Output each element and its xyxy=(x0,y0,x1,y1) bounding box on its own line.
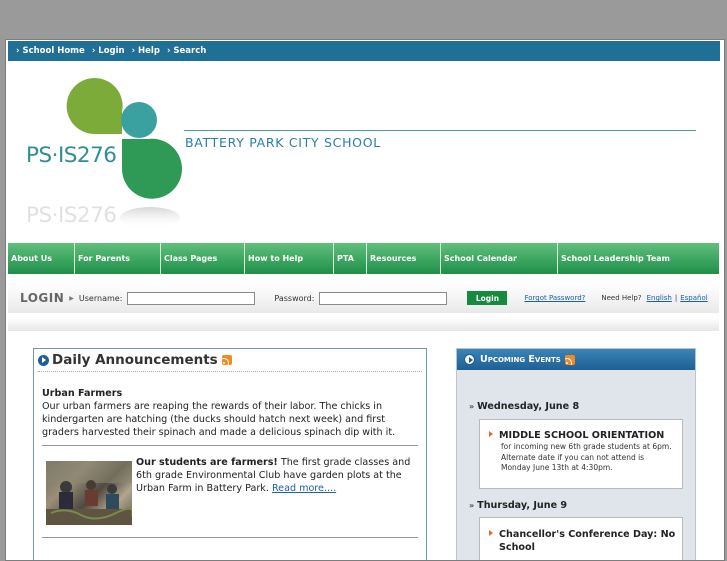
espanol-link[interactable]: Español xyxy=(680,294,707,302)
main-nav: About Us For Parents Class Pages How to … xyxy=(8,243,719,274)
site-header: PS·IS276 PS·IS276 BATTERY PARK CITY SCHO… xyxy=(6,62,724,242)
login-button[interactable]: Login xyxy=(467,291,508,305)
rss-icon[interactable] xyxy=(221,355,232,365)
announcement-body: Our urban farmers are reaping the reward… xyxy=(42,401,396,438)
play-circle-icon xyxy=(464,354,475,365)
announcements-header: Daily Announcements xyxy=(38,349,422,372)
upcoming-events-panel: Upcoming Events » Wednesday, June 8 MIDDL… xyxy=(456,348,696,560)
urban-farm-photo[interactable] xyxy=(46,461,132,525)
page: › School Home › Login › Help › Search PS… xyxy=(5,39,725,561)
nav-about-us[interactable]: About Us xyxy=(8,243,75,274)
login-bar: LOGIN ▶ Username: Password: Login Forgot… xyxy=(8,283,719,313)
nav-resources[interactable]: Resources xyxy=(367,243,441,274)
forgot-password-link[interactable]: Forgot Password? xyxy=(524,294,585,302)
english-link[interactable]: English xyxy=(647,294,672,302)
utility-link-help[interactable]: › Help xyxy=(132,46,160,56)
arrow-right-icon: ▶ xyxy=(69,294,74,302)
nav-how-to-help[interactable]: How to Help xyxy=(245,243,334,274)
event-date: Wednesday, June 8 xyxy=(477,401,580,412)
events-header: Upcoming Events xyxy=(457,349,695,370)
event-name-text: MIDDLE SCHOOL ORIENTATION xyxy=(499,430,665,441)
announcement-title: Urban Farmers xyxy=(42,388,123,399)
event-card[interactable]: Chancellor's Conference Day: No School xyxy=(479,517,683,560)
triangle-right-icon xyxy=(489,431,493,437)
need-help-label: Need Help? xyxy=(601,294,642,302)
rss-icon[interactable] xyxy=(564,354,575,365)
utility-nav: › School Home › Login › Help › Search xyxy=(8,41,720,61)
login-title: LOGIN xyxy=(20,291,65,305)
announcement-item: Our students are farmers! The first grad… xyxy=(136,456,421,495)
school-logo[interactable]: PS·IS276 PS·IS276 xyxy=(18,72,188,232)
divider xyxy=(42,537,418,538)
announcements-title: Daily Announcements xyxy=(52,352,218,368)
event-name-text: Chancellor's Conference Day: No School xyxy=(499,529,676,553)
language-separator: | xyxy=(674,294,678,302)
event-name: Chancellor's Conference Day: No School xyxy=(480,528,682,554)
divider xyxy=(42,445,418,446)
triangle-right-icon xyxy=(489,530,493,536)
utility-link-search[interactable]: › Search xyxy=(167,46,206,56)
nav-school-leadership-team[interactable]: School Leadership Team xyxy=(558,243,719,274)
event-day: » Thursday, June 9 xyxy=(469,500,567,511)
event-name: MIDDLE SCHOOL ORIENTATION xyxy=(480,430,682,441)
utility-link-school-home[interactable]: › School Home xyxy=(16,46,85,56)
logo-wordmark: PS·IS276 xyxy=(26,143,116,168)
events-title: Upcoming Events xyxy=(480,354,561,365)
double-chevron-icon: » xyxy=(469,402,475,411)
play-circle-icon xyxy=(38,354,49,366)
nav-school-calendar[interactable]: School Calendar xyxy=(441,243,558,274)
logo-reflection: PS·IS276 xyxy=(26,203,116,228)
event-day: » Wednesday, June 8 xyxy=(469,401,579,412)
announcement-title: Our students are farmers! xyxy=(136,457,278,468)
username-input[interactable] xyxy=(127,291,256,305)
double-chevron-icon: » xyxy=(469,501,475,510)
password-label: Password: xyxy=(274,293,315,303)
utility-link-login[interactable]: › Login xyxy=(92,46,125,56)
announcement-item: Urban Farmers Our urban farmers are reap… xyxy=(42,387,417,439)
read-more-link[interactable]: Read more.... xyxy=(272,483,336,494)
nav-class-pages[interactable]: Class Pages xyxy=(161,243,245,274)
password-input[interactable] xyxy=(319,291,448,305)
event-description: for incoming new 6th grade students at 6… xyxy=(501,442,672,472)
event-card[interactable]: MIDDLE SCHOOL ORIENTATION for incoming n… xyxy=(479,419,683,489)
nav-pta[interactable]: PTA xyxy=(334,243,367,274)
header-rule xyxy=(184,130,696,131)
username-label: Username: xyxy=(78,293,123,303)
nav-for-parents[interactable]: For Parents xyxy=(75,243,161,274)
section-separator xyxy=(8,318,719,331)
daily-announcements-panel: Daily Announcements Urban Farmers Our ur… xyxy=(33,348,427,560)
school-name: BATTERY PARK CITY SCHOOL xyxy=(185,135,381,150)
event-date: Thursday, June 9 xyxy=(477,500,568,511)
